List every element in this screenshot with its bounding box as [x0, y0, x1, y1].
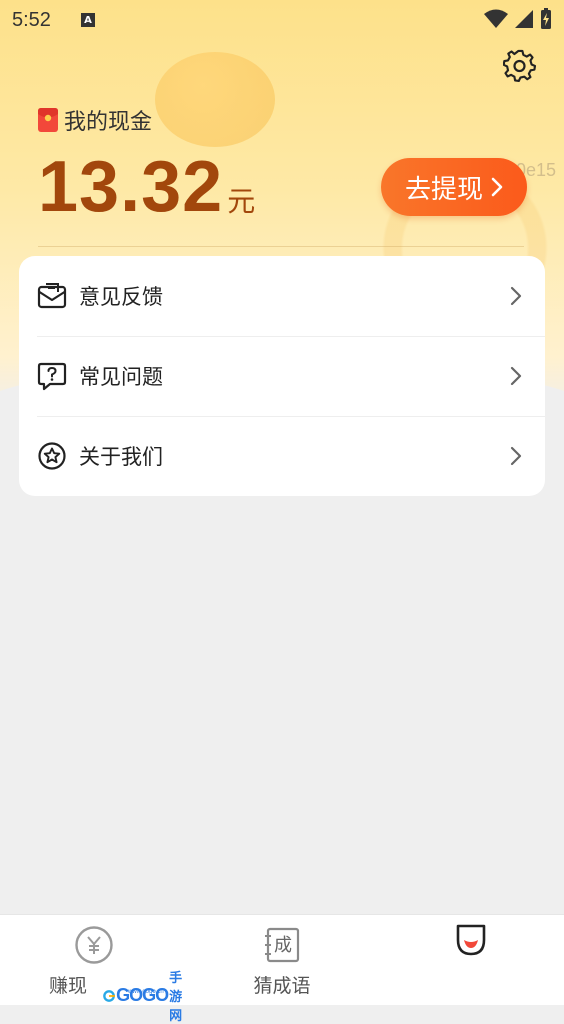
wifi-icon [484, 9, 508, 28]
tab-earn[interactable]: 赚现 GOGO 手游网 www.gogo.cn [0, 915, 188, 1024]
star-circle-icon [38, 442, 66, 470]
watermark-url: www.gogo.cn [128, 989, 164, 995]
menu-item-feedback[interactable]: 意见反馈 [19, 256, 545, 336]
gear-icon [503, 49, 537, 83]
feedback-envelope-icon [37, 283, 67, 309]
idiom-book-char: 成 [274, 935, 292, 956]
chevron-right-icon [491, 177, 503, 197]
cash-label: 我的现金 [64, 110, 153, 135]
question-bubble-icon [37, 362, 67, 391]
bottom-nav: 赚现 GOGO 手游网 www.gogo.cn 成 猜成语 [0, 914, 564, 1024]
status-bar: 5:52 A [0, 0, 564, 40]
menu-label-faq: 常见问题 [79, 365, 163, 389]
amount-unit: 元 [227, 185, 256, 218]
status-icons [484, 8, 552, 30]
gogo-watermark-logo: GOGO 手游网 www.gogo.cn [102, 967, 192, 1024]
withdraw-label: 去提现 [404, 174, 483, 205]
tab-label-guess-idiom: 猜成语 [253, 975, 311, 997]
notification-a-icon: A [80, 13, 95, 27]
chevron-right-icon [510, 366, 522, 386]
battery-icon [541, 8, 551, 29]
cash-amount: 13.32 元 [38, 146, 255, 228]
chevron-right-icon [510, 446, 522, 466]
yuan-coin-icon [75, 926, 113, 964]
signal-icon [515, 10, 533, 28]
menu-item-faq[interactable]: 常见问题 [19, 336, 545, 416]
header-divider [38, 246, 524, 247]
profile-face-icon [456, 924, 486, 956]
tab-guess-idiom[interactable]: 成 猜成语 [188, 915, 376, 1005]
red-packet-icon [38, 108, 58, 132]
menu-label-feedback: 意见反馈 [79, 285, 163, 309]
amount-value: 13.32 [38, 147, 224, 227]
tab-profile[interactable] [376, 915, 564, 1005]
coin-decoration [155, 52, 275, 147]
menu-card: 意见反馈 常见问题 关于我们 [19, 256, 545, 496]
withdraw-button[interactable]: 去提现 [381, 158, 527, 216]
menu-label-about: 关于我们 [79, 445, 163, 469]
cash-label-row: 我的现金 [38, 104, 152, 136]
chevron-right-icon [510, 286, 522, 306]
status-time: 5:52 [12, 8, 51, 31]
menu-item-about[interactable]: 关于我们 [19, 416, 545, 496]
settings-button[interactable] [500, 46, 540, 86]
